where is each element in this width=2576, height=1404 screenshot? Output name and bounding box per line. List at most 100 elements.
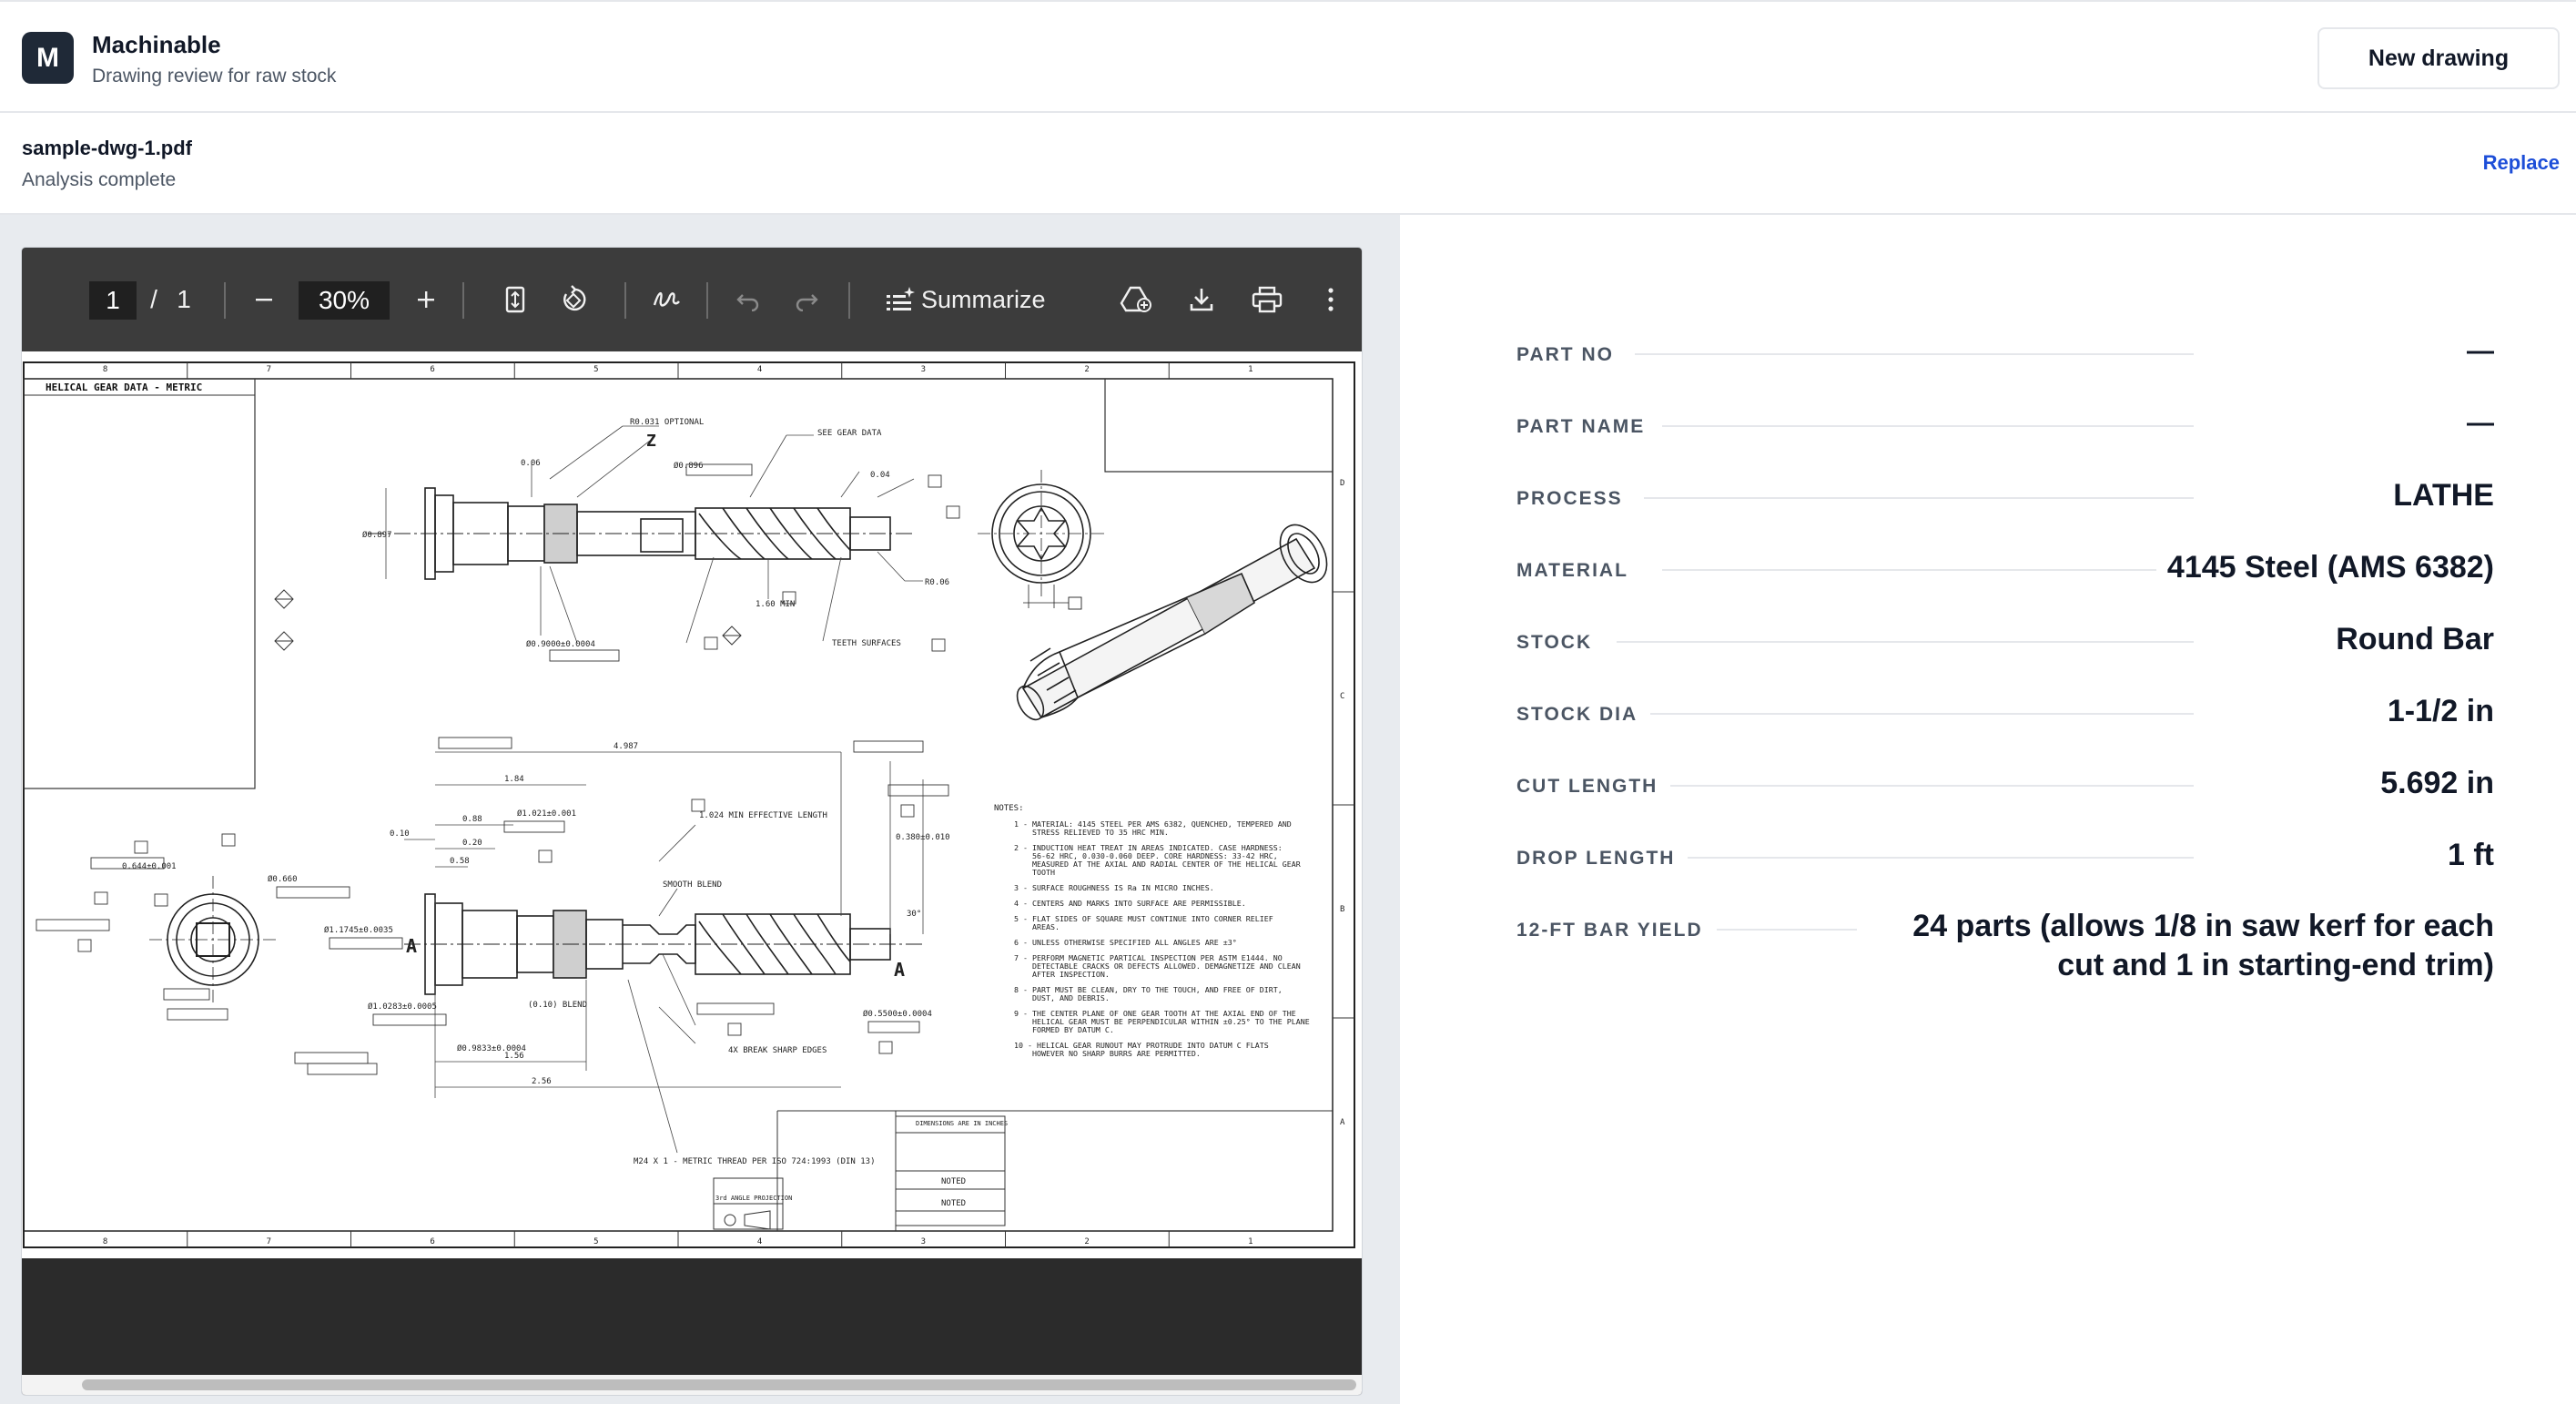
app-logo-letter: M xyxy=(36,42,59,73)
title-block-projection: 3rd ANGLE PROJECTION xyxy=(715,1195,792,1202)
result-row: PART NO — xyxy=(1516,331,2494,386)
print-icon[interactable] xyxy=(1245,248,1289,351)
callout-z: Z xyxy=(646,432,656,451)
callout-len058: 0.58 xyxy=(450,857,470,866)
section-end-view xyxy=(149,876,277,1003)
callout-d1028: Ø1.0283±0.0005 xyxy=(368,1002,437,1012)
note-line: TOOTH xyxy=(1032,868,1055,877)
zone-number-top: 1 xyxy=(1248,365,1253,374)
page-separator: / xyxy=(150,285,157,313)
zone-markers-top: 8 8 7 7 6 6 5 5 4 4 3 3 2 2 1 1 xyxy=(103,362,1253,1247)
toolbar-divider xyxy=(624,282,626,319)
drawing-notes: NOTES: 1 - MATERIAL: 4145 STEEL PER AMS … xyxy=(994,804,1310,1058)
result-label: PART NAME xyxy=(1516,416,1658,438)
zoom-in-icon[interactable] xyxy=(408,248,444,351)
new-drawing-button[interactable]: New drawing xyxy=(2317,27,2560,89)
analysis-results: PART NO — PART NAME — PROCESS LATHE MATERIAL 41… xyxy=(1400,215,2576,1404)
note-item: 5 - FLAT SIDES OF SQUARE MUST CONTINUE I… xyxy=(1014,914,1273,931)
draw-icon[interactable] xyxy=(646,248,686,351)
zone-letter: A xyxy=(1340,1118,1345,1127)
app-logo: M xyxy=(22,32,74,84)
replace-link[interactable]: Replace xyxy=(2483,151,2560,175)
more-icon[interactable] xyxy=(1314,248,1347,351)
result-value: 24 parts (allows 1/8 in saw kerf for eac… xyxy=(1857,907,2494,985)
redo-icon[interactable] xyxy=(786,248,827,351)
callout-blend: (0.10) BLEND xyxy=(528,1001,587,1010)
datum-targets xyxy=(274,589,742,651)
save-to-drive-icon[interactable] xyxy=(1114,248,1158,351)
zone-number-bottom: 3 xyxy=(921,1237,926,1246)
app-title: Machinable xyxy=(92,31,221,58)
isometric-view xyxy=(1016,524,1328,721)
row-leader-line xyxy=(1649,713,2194,715)
result-row: STOCK DIA 1-1/2 in xyxy=(1516,691,2494,746)
note-line: FORMED BY DATUM C. xyxy=(1032,1025,1114,1034)
callout-thread: M24 X 1 - METRIC THREAD PER ISO 724:1993… xyxy=(634,1157,876,1166)
callout-d897: Ø0.897 xyxy=(362,530,392,540)
row-leader-line xyxy=(1617,641,2194,643)
zone-number-top: 4 xyxy=(757,365,762,374)
callout-len088: 0.88 xyxy=(462,815,482,824)
result-row: PART NAME — xyxy=(1516,403,2494,458)
result-row: DROP LENGTH 1 ft xyxy=(1516,835,2494,890)
callout-d1021: Ø1.021±0.001 xyxy=(517,809,576,819)
zone-number-bottom: 4 xyxy=(757,1237,762,1246)
top-view-fcf-frames xyxy=(549,463,960,662)
app-header: M Machinable Drawing review for raw stoc… xyxy=(0,0,2576,113)
scrollbar-thumb[interactable] xyxy=(82,1379,1356,1390)
note-item: 1 - MATERIAL: 4145 STEEL PER AMS 6382, Q… xyxy=(1014,819,1292,837)
download-icon[interactable] xyxy=(1182,248,1222,351)
result-value: 1 ft xyxy=(2437,835,2494,875)
callout-len020: 0.20 xyxy=(462,839,482,848)
page-number-input[interactable]: 1 xyxy=(89,281,137,320)
rotate-icon[interactable] xyxy=(553,248,593,351)
summarize-label[interactable]: Summarize xyxy=(921,248,1067,351)
shaft-top-view xyxy=(368,487,914,580)
callout-len156: 1.56 xyxy=(504,1052,524,1061)
result-row: MATERIAL 4145 Steel (AMS 6382) xyxy=(1516,547,2494,602)
callout-eff-len: 1.024 MIN EFFECTIVE LENGTH xyxy=(699,811,827,820)
callout-break-edges: 4X BREAK SHARP EDGES xyxy=(728,1046,827,1055)
pdf-page-area[interactable]: 8 8 7 7 6 6 5 5 4 4 3 3 2 2 1 1 D C B A HELICAL GEAR DATA … xyxy=(22,351,1362,1395)
row-leader-line xyxy=(1680,857,2194,859)
title-block-heat-treat: NOTED xyxy=(941,1199,966,1208)
note-line: AREAS. xyxy=(1032,922,1060,931)
result-row: CUT LENGTH 5.692 in xyxy=(1516,763,2494,818)
zone-number-top: 7 xyxy=(267,365,271,374)
undo-icon[interactable] xyxy=(728,248,768,351)
zoom-level-input[interactable]: 30% xyxy=(299,281,390,320)
note-line: 3 - SURFACE ROUGHNESS IS Ra IN MICRO INC… xyxy=(1014,883,1214,892)
result-value: Round Bar xyxy=(2325,619,2494,659)
result-label: STOCK DIA xyxy=(1516,704,1651,726)
notes-list: 1 - MATERIAL: 4145 STEEL PER AMS 6382, Q… xyxy=(1014,819,1310,1058)
zone-number-top: 5 xyxy=(593,365,598,374)
callout-len184: 1.84 xyxy=(504,775,524,784)
result-value: — xyxy=(2456,403,2494,443)
result-value: — xyxy=(2456,331,2494,371)
zone-markers-side: D C B A xyxy=(1333,479,1354,1127)
fit-page-icon[interactable] xyxy=(495,248,535,351)
note-item: 3 - SURFACE ROUGHNESS IS Ra IN MICRO INC… xyxy=(1014,883,1214,892)
end-view-fcf-frames xyxy=(35,833,378,1075)
result-value: 4145 Steel (AMS 6382) xyxy=(2155,547,2494,587)
result-label: 12-FT BAR YIELD xyxy=(1516,920,1716,941)
row-leader-line xyxy=(1662,425,2194,427)
summarize-icon[interactable] xyxy=(877,248,923,351)
note-item: 10 - HELICAL GEAR RUNOUT MAY PROTRUDE IN… xyxy=(1014,1041,1269,1058)
note-item: 9 - THE CENTER PLANE OF ONE GEAR TOOTH A… xyxy=(1014,1009,1310,1034)
callout-see-gear: SEE GEAR DATA xyxy=(817,429,882,438)
note-item: 4 - CENTERS AND MARKS INTO SURFACE ARE P… xyxy=(1014,899,1246,908)
zoom-out-icon[interactable] xyxy=(246,248,282,351)
result-label: PROCESS xyxy=(1516,488,1636,510)
file-name: sample-dwg-1.pdf xyxy=(22,137,193,159)
horizontal-scrollbar[interactable] xyxy=(22,1375,1362,1395)
callout-d1174: Ø1.1745±0.0035 xyxy=(324,925,393,935)
title-block-dims-note: DIMENSIONS ARE IN INCHES xyxy=(916,1120,1008,1127)
file-bar: sample-dwg-1.pdf Analysis complete Repla… xyxy=(0,113,2576,215)
zone-number-bottom: 8 xyxy=(103,1237,107,1246)
callout-smooth-blend: SMOOTH BLEND xyxy=(663,880,722,890)
pdf-toolbar: 1 / 1 30% Summarize xyxy=(22,248,1362,351)
callout-min160: 1.60 MIN xyxy=(756,600,795,609)
result-value: 5.692 in xyxy=(2369,763,2494,803)
note-line: DUST, AND DEBRIS. xyxy=(1032,993,1110,1002)
